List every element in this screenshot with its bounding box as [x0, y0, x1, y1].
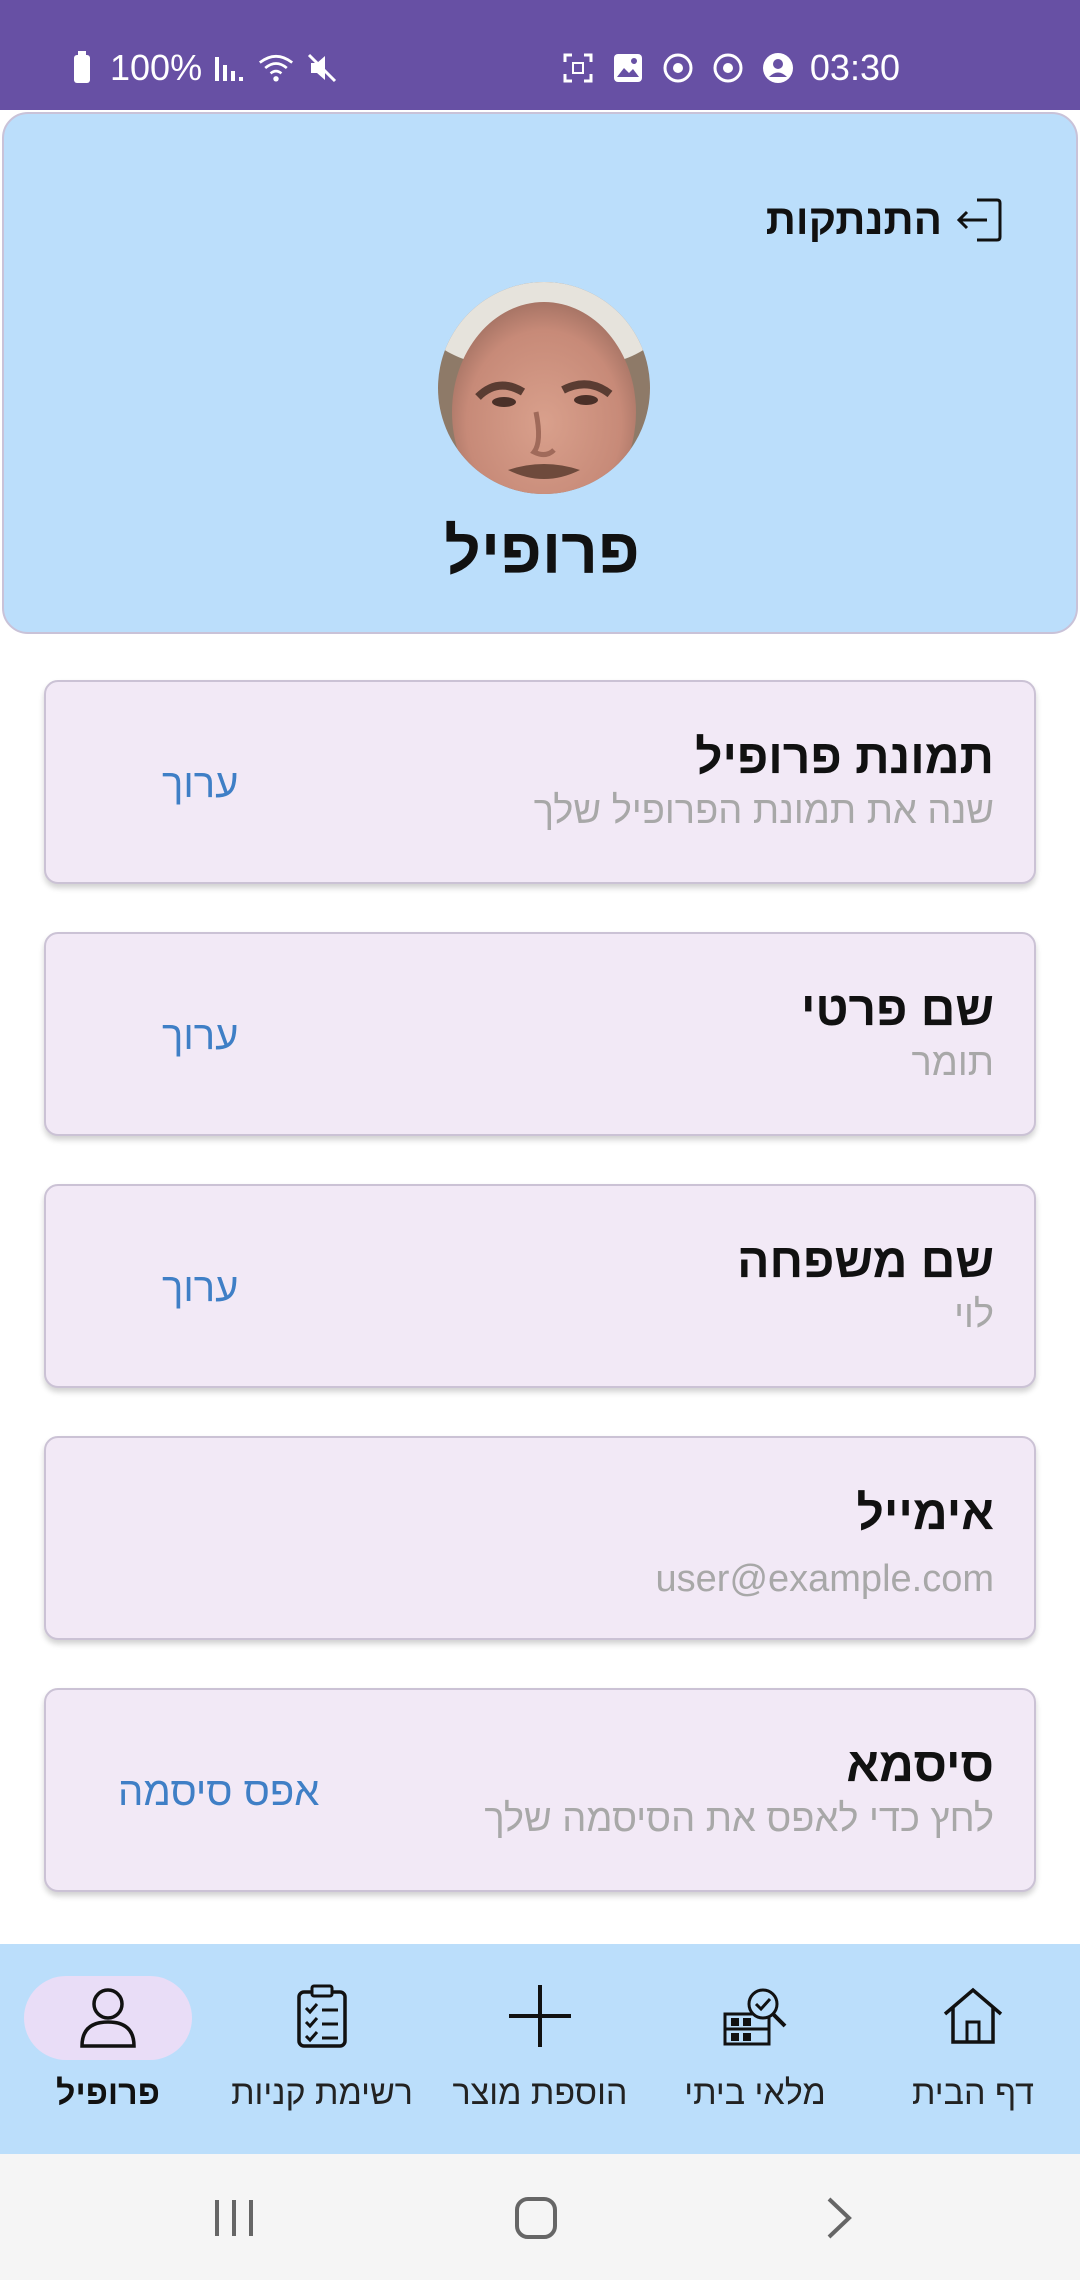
- system-navigation-bar: [0, 2154, 1080, 2280]
- card-title: שם פרטי: [800, 983, 994, 1036]
- battery-icon: [64, 50, 100, 86]
- nav-item-home[interactable]: דף הבית: [878, 1944, 1068, 2154]
- nav-label: רשימת קניות: [231, 2074, 413, 2112]
- nav-icon-container: [671, 1976, 839, 2060]
- card-subtitle: לוי: [954, 1294, 994, 1336]
- card-subtitle: שנה את תמונת הפרופיל שלך: [533, 790, 994, 832]
- card-title: סיסמא: [846, 1739, 994, 1792]
- inventory-icon: [721, 1984, 789, 2053]
- profile-header: התנתקות פרופיל: [2, 112, 1078, 634]
- status-right-group: 03:30: [560, 40, 900, 96]
- card-title: אימייל: [856, 1487, 994, 1540]
- card-subtitle: תומר: [911, 1042, 994, 1084]
- signal-icon: [212, 50, 248, 86]
- nav-label: דף הבית: [912, 2074, 1034, 2112]
- card-subtitle: לחץ כדי לאפס את הסיסמה שלך: [484, 1798, 994, 1840]
- nav-label: הוספת מוצר: [452, 2074, 628, 2112]
- status-time: 03:30: [809, 47, 900, 88]
- logout-icon: [956, 196, 1004, 244]
- edit-last-name-button[interactable]: ערוך: [162, 1186, 238, 1390]
- page-title: פרופיל: [444, 515, 640, 587]
- nav-item-shopping-list[interactable]: רשימת קניות: [222, 1944, 422, 2154]
- bottom-navigation: פרופיל רשימת קניות הוספת מוצר מלאי ביתי: [0, 1944, 1080, 2154]
- back-button[interactable]: [808, 2188, 868, 2248]
- checklist-icon: [296, 1984, 348, 2053]
- avatar[interactable]: [438, 282, 650, 494]
- logout-label: התנתקות: [765, 196, 942, 243]
- nav-icon-container: [456, 1976, 624, 2060]
- home-icon: [941, 1986, 1005, 2051]
- plus-icon: [507, 1983, 573, 2054]
- logout-button[interactable]: התנתקות: [766, 196, 1004, 244]
- gallery-icon: [610, 50, 646, 86]
- nav-icon-container: [238, 1976, 406, 2060]
- nav-item-home-inventory[interactable]: מלאי ביתי: [660, 1944, 850, 2154]
- recent-apps-button[interactable]: [204, 2188, 264, 2248]
- edit-profile-picture-button[interactable]: ערוך: [162, 682, 238, 886]
- account-icon: [760, 50, 796, 86]
- first-name-card[interactable]: שם פרטי תומר ערוך: [44, 932, 1036, 1136]
- edit-first-name-button[interactable]: ערוך: [162, 934, 238, 1138]
- mute-icon: [304, 50, 340, 86]
- status-left-group: 100%: [64, 40, 340, 96]
- last-name-card[interactable]: שם משפחה לוי ערוך: [44, 1184, 1036, 1388]
- email-card: אימייל user@example.com: [44, 1436, 1036, 1640]
- sync-icon: [710, 50, 746, 86]
- nav-label: פרופיל: [56, 2074, 160, 2112]
- card-title: שם משפחה: [737, 1235, 994, 1288]
- nav-active-indicator: [24, 1976, 192, 2060]
- battery-percent: 100%: [110, 47, 203, 88]
- nav-icon-container: [889, 1976, 1057, 2060]
- nav-item-add-product[interactable]: הוספת מוצר: [440, 1944, 640, 2154]
- screenshot-icon: [560, 50, 596, 86]
- card-title: תמונת פרופיל: [695, 731, 994, 784]
- profile-picture-card[interactable]: תמונת פרופיל שנה את תמונת הפרופיל שלך ער…: [44, 680, 1036, 884]
- person-icon: [78, 1984, 138, 2053]
- wifi-icon: [258, 50, 294, 86]
- status-bar: 100% 03:30: [0, 0, 1080, 110]
- reset-password-button[interactable]: אפס סיסמה: [118, 1690, 319, 1894]
- password-card[interactable]: סיסמא לחץ כדי לאפס את הסיסמה שלך אפס סיס…: [44, 1688, 1036, 1892]
- email-value: user@example.com: [655, 1558, 994, 1600]
- home-button[interactable]: [506, 2188, 566, 2248]
- nav-label: מלאי ביתי: [684, 2074, 826, 2112]
- nav-item-profile[interactable]: פרופיל: [24, 1944, 192, 2154]
- sync-icon: [660, 50, 696, 86]
